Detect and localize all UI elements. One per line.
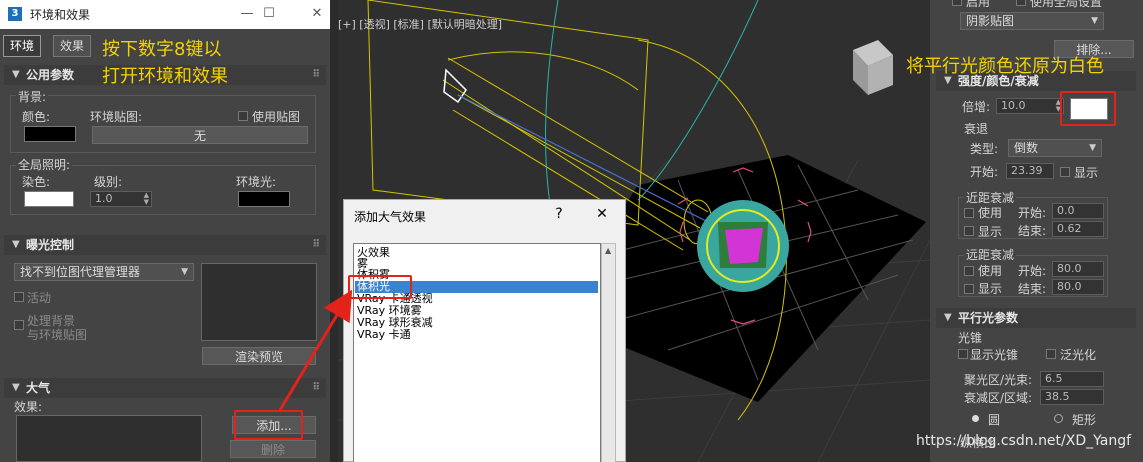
red-arrow [278,289,353,411]
annotation-arrow [278,289,353,411]
watermark-text: https://blog.csdn.net/XD_Yangf [916,433,1132,449]
